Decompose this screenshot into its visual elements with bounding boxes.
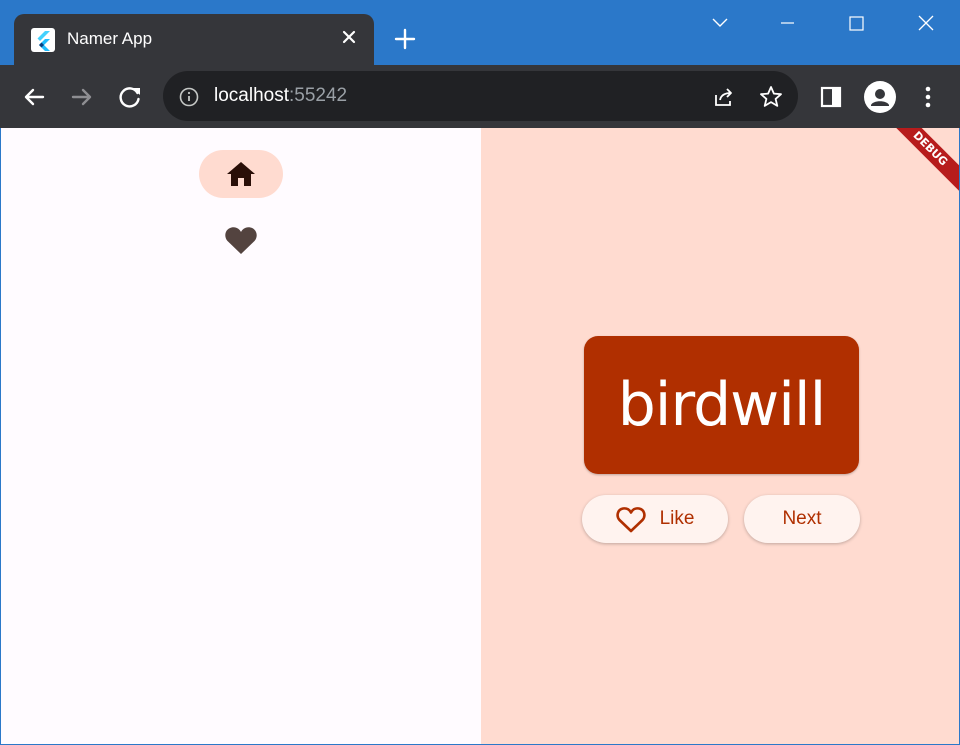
browser-tab[interactable]: Namer App xyxy=(14,14,374,65)
generator-page: birdwill Like Next DEBUG xyxy=(481,128,959,744)
nav-destination-home[interactable] xyxy=(199,150,283,198)
maximize-icon[interactable] xyxy=(833,0,879,46)
home-icon xyxy=(227,162,255,186)
info-icon[interactable] xyxy=(178,86,200,108)
next-button[interactable]: Next xyxy=(744,495,860,543)
nav-destination-favorites[interactable] xyxy=(199,216,283,264)
address-bar[interactable]: localhost:55242 xyxy=(163,71,798,121)
back-icon[interactable] xyxy=(18,81,50,113)
more-menu-icon[interactable] xyxy=(912,81,944,113)
tab-search-icon[interactable] xyxy=(697,0,743,46)
browser-tab-strip: Namer App xyxy=(0,0,960,65)
like-label: Like xyxy=(659,508,695,529)
side-panel-icon[interactable] xyxy=(815,81,847,113)
like-button[interactable]: Like xyxy=(582,495,728,543)
url-host: localhost xyxy=(214,85,289,106)
word-pair-card: birdwill xyxy=(584,336,859,474)
close-window-icon[interactable] xyxy=(903,0,949,46)
heart-icon xyxy=(225,227,257,254)
share-icon[interactable] xyxy=(710,84,736,110)
close-tab-icon[interactable] xyxy=(336,24,362,50)
flutter-icon xyxy=(31,28,55,52)
browser-toolbar: localhost:55242 xyxy=(0,65,960,128)
profile-avatar-icon[interactable] xyxy=(864,81,896,113)
navigation-rail xyxy=(1,128,481,744)
reload-icon[interactable] xyxy=(114,81,146,113)
forward-icon[interactable] xyxy=(66,81,98,113)
debug-banner: DEBUG xyxy=(877,128,959,202)
heart-outline-icon xyxy=(615,506,646,532)
bookmark-star-icon[interactable] xyxy=(758,84,784,110)
new-tab-icon[interactable] xyxy=(392,26,418,52)
word-pair-text: birdwill xyxy=(617,370,827,440)
url-text[interactable]: localhost:55242 xyxy=(214,85,347,107)
next-label: Next xyxy=(782,508,822,529)
tab-title: Namer App xyxy=(67,29,153,48)
app-page: birdwill Like Next DEBUG xyxy=(1,128,959,744)
url-port: :55242 xyxy=(289,85,348,106)
minimize-icon[interactable] xyxy=(764,0,810,46)
